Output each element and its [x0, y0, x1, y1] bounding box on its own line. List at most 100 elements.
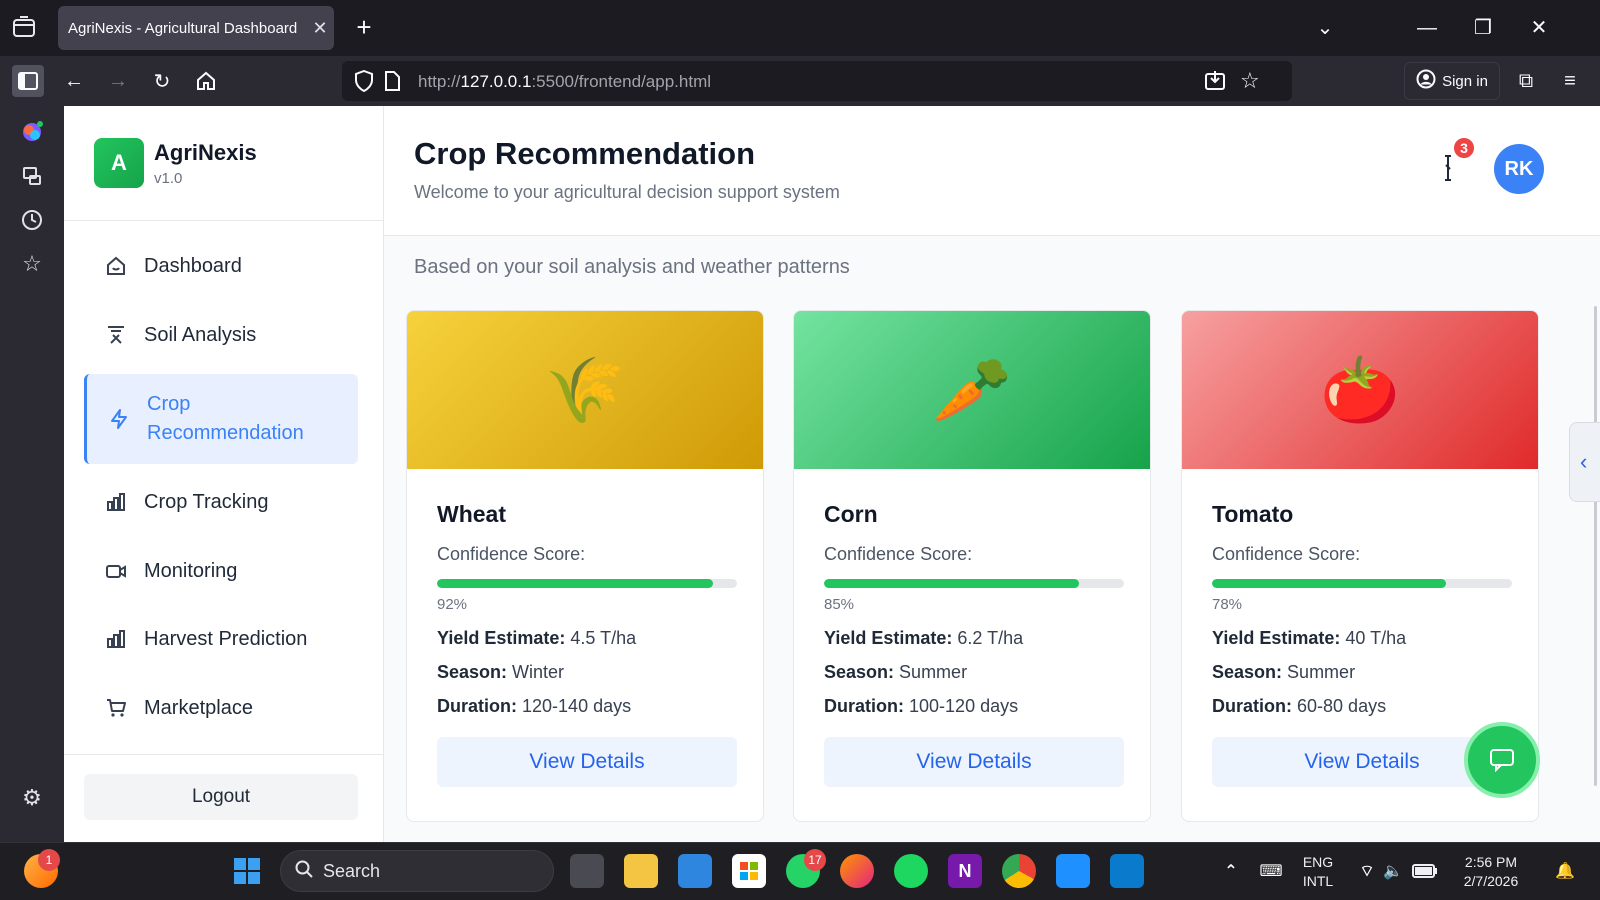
- yield-estimate: Yield Estimate: 6.2 T/ha: [824, 629, 1120, 647]
- confidence-value: 92%: [437, 596, 468, 613]
- account-icon: [1416, 69, 1436, 93]
- season-label: Season:: [437, 662, 508, 682]
- language-indicator[interactable]: ENG INTL: [1296, 853, 1340, 891]
- spotify-icon[interactable]: [894, 854, 928, 888]
- close-tab-icon[interactable]: ✕: [306, 18, 334, 39]
- view-details-button[interactable]: View Details: [824, 737, 1124, 787]
- task-view-icon[interactable]: [570, 854, 604, 888]
- search-icon: [295, 860, 313, 883]
- brand-logo: A: [94, 138, 144, 188]
- microsoft-store-icon[interactable]: [732, 854, 766, 888]
- copilot-icon[interactable]: [20, 120, 44, 144]
- sidebar-item-harvest-prediction[interactable]: Harvest Prediction: [84, 609, 358, 669]
- chat-button[interactable]: [1464, 722, 1540, 798]
- extensions-icon[interactable]: ⧉: [1510, 65, 1542, 97]
- yield-label: Yield Estimate:: [1212, 628, 1341, 648]
- notification-count-badge: 3: [1452, 136, 1476, 160]
- avatar[interactable]: RK: [1494, 144, 1544, 194]
- notification-center-icon[interactable]: 🔔: [1548, 854, 1582, 888]
- brand[interactable]: A AgriNexis v1.0: [94, 138, 257, 188]
- search-label: Search: [323, 860, 381, 881]
- battery-icon[interactable]: [1408, 854, 1442, 888]
- menu-icon[interactable]: ≡: [1554, 65, 1586, 97]
- divider: [64, 754, 384, 755]
- windows-start-icon[interactable]: [230, 854, 264, 888]
- confidence-label: Confidence Score:: [437, 544, 586, 564]
- photos-icon[interactable]: [678, 854, 712, 888]
- brand-version: v1.0: [154, 169, 183, 187]
- sidebar-item-label: Crop Recommendation: [147, 393, 304, 444]
- chevron-left-icon[interactable]: ‹: [1569, 422, 1600, 502]
- save-page-icon[interactable]: [1204, 69, 1226, 96]
- tab-list-icon[interactable]: [12, 16, 38, 40]
- settings-gear-icon[interactable]: ⚙: [20, 785, 44, 810]
- yield-label: Yield Estimate:: [824, 628, 953, 648]
- taskbar-search[interactable]: Search: [280, 850, 554, 892]
- sign-in-label: Sign in: [1442, 72, 1488, 90]
- reload-icon[interactable]: ↻: [146, 65, 178, 97]
- clock[interactable]: 2:56 PM 2/7/2026: [1456, 853, 1526, 891]
- sidebar-item-label: Marketplace: [144, 696, 253, 719]
- crop-name: Corn: [824, 501, 878, 527]
- chrome-icon[interactable]: [1002, 854, 1036, 888]
- bar-chart-icon: [104, 490, 128, 514]
- tomato-icon: 🍅: [1320, 353, 1400, 426]
- forward-icon[interactable]: →: [102, 65, 134, 97]
- sidebar-item-soil-analysis[interactable]: Soil Analysis: [84, 305, 358, 365]
- sidebar-toggle-icon[interactable]: [12, 65, 44, 97]
- wheat-icon: 🌾: [545, 353, 625, 426]
- url-bar[interactable]: http://127.0.0.1:5500/frontend/app.html …: [342, 61, 1292, 101]
- crop-name: Tomato: [1212, 501, 1294, 527]
- back-icon[interactable]: ←: [58, 65, 90, 97]
- chevron-up-icon[interactable]: ⌃: [1214, 854, 1248, 888]
- sign-in-button[interactable]: Sign in: [1404, 62, 1500, 100]
- close-window-button[interactable]: ✕: [1524, 14, 1554, 42]
- sidebar-item-monitoring[interactable]: Monitoring: [84, 541, 358, 601]
- brand-name: AgriNexis: [154, 139, 257, 165]
- crop-name: Wheat: [437, 501, 506, 527]
- browser-tab-bar: AgriNexis - Agricultural Dashboard ✕ + ⌄…: [0, 0, 1600, 56]
- shield-icon[interactable]: [354, 69, 374, 97]
- bookmarks-icon[interactable]: ☆: [20, 251, 44, 276]
- season-value: Winter: [512, 662, 565, 682]
- keyboard-icon[interactable]: ⌨: [1254, 854, 1288, 888]
- page-scrollbar[interactable]: [1594, 306, 1597, 786]
- section-subtitle: Based on your soil analysis and weather …: [414, 256, 850, 278]
- list-all-tabs-icon[interactable]: ⌄: [1310, 14, 1340, 42]
- new-tab-button[interactable]: +: [350, 14, 378, 42]
- url-prefix: http://: [418, 72, 461, 91]
- firefox-icon[interactable]: [840, 854, 874, 888]
- bolt-icon: [107, 407, 131, 431]
- remote-desktop-icon[interactable]: [1056, 854, 1090, 888]
- confidence-bar-fill: [1212, 579, 1446, 588]
- file-explorer-icon[interactable]: [624, 854, 658, 888]
- tab-agrinexis[interactable]: AgriNexis - Agricultural Dashboard ✕: [58, 6, 334, 50]
- crop-image-wheat: 🌾: [407, 311, 763, 469]
- home-icon[interactable]: [190, 65, 222, 97]
- volume-icon[interactable]: 🔈: [1376, 854, 1410, 888]
- view-details-button[interactable]: View Details: [437, 737, 737, 787]
- language-code: ENG: [1302, 854, 1334, 870]
- sidebar-item-crop-tracking[interactable]: Crop Tracking: [84, 472, 358, 532]
- logout-button[interactable]: Logout: [84, 774, 358, 820]
- sidebar-item-dashboard[interactable]: Dashboard: [84, 236, 358, 296]
- video-icon: [104, 559, 128, 583]
- url-text: http://127.0.0.1:5500/frontend/app.html: [418, 72, 711, 92]
- app-sidebar: A AgriNexis v1.0 Dashboard Soil Analysis…: [64, 106, 384, 842]
- sidebar-item-label: Monitoring: [144, 559, 238, 582]
- restore-button[interactable]: ❐: [1468, 14, 1498, 42]
- carrot-icon: 🥕: [932, 353, 1012, 426]
- minimize-button[interactable]: —: [1412, 14, 1442, 42]
- vscode-icon[interactable]: [1110, 854, 1144, 888]
- web-page: A AgriNexis v1.0 Dashboard Soil Analysis…: [64, 106, 1600, 842]
- yield-value: 4.5 T/ha: [570, 628, 637, 648]
- bookmark-star-icon[interactable]: ☆: [1240, 68, 1260, 94]
- onenote-icon[interactable]: N: [948, 854, 982, 888]
- synced-tabs-icon[interactable]: [20, 164, 44, 188]
- browser-sidebar: ☆ ⚙: [0, 106, 64, 842]
- duration-value: 120-140 days: [522, 696, 632, 716]
- history-icon[interactable]: [20, 208, 44, 232]
- duration: Duration: 100-120 days: [824, 697, 1120, 715]
- sidebar-item-marketplace[interactable]: Marketplace: [84, 678, 358, 738]
- sidebar-item-crop-recommendation[interactable]: Crop Recommendation: [84, 374, 358, 464]
